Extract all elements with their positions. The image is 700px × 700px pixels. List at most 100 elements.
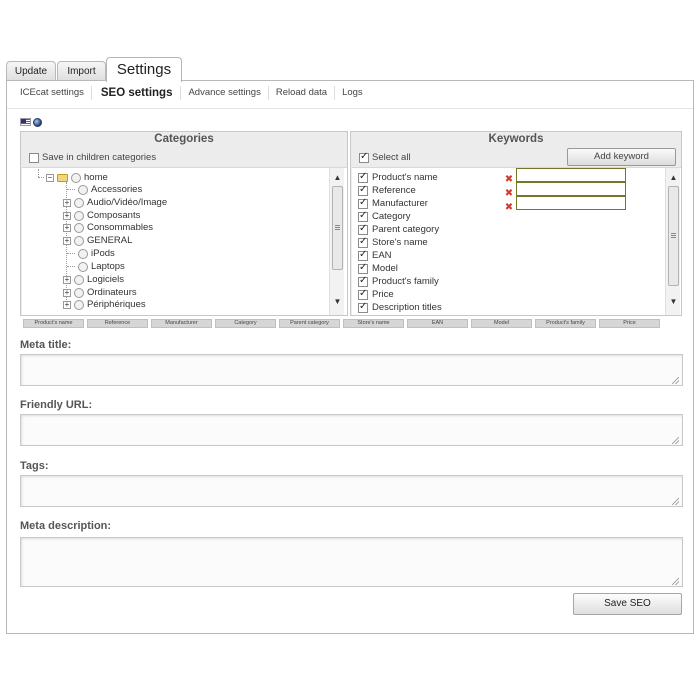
keyword-pill[interactable]: Category [215,319,276,328]
keyword-item: Parent category [358,223,439,236]
keyword-checkbox[interactable] [358,288,368,300]
category-radio[interactable] [74,210,84,221]
keyword-checkbox[interactable] [358,210,368,222]
keyword-label: Model [372,263,398,274]
category-radio[interactable] [74,222,84,233]
custom-keyword-input[interactable] [516,168,626,182]
expand-icon[interactable]: + [63,198,71,207]
scroll-thumb[interactable] [668,186,679,286]
keyword-pill[interactable]: Parent category [279,319,340,328]
keyword-pill[interactable]: Price [599,319,660,328]
keyword-label: Product's family [372,276,439,287]
keyword-scrollbar[interactable]: ▲ ▼ [665,168,680,315]
category-radio[interactable] [74,274,84,285]
tags-field[interactable] [20,475,683,507]
subtab-seo-settings[interactable]: SEO settings [92,86,182,100]
category-radio[interactable] [78,261,88,272]
tree-node-label: Logiciels [87,274,124,285]
category-radio[interactable] [74,299,84,310]
tree-node-label: Laptops [91,261,125,272]
expand-icon[interactable]: + [63,211,71,220]
category-tree: − home Accessories + Audio/Vidéo/Image +… [22,167,347,315]
friendly-url-field[interactable] [20,414,683,446]
keyword-item: Category [358,210,411,223]
resize-grip-icon[interactable] [672,437,679,444]
category-radio[interactable] [74,287,84,298]
expand-icon[interactable]: + [63,223,71,232]
tree-node-label: GENERAL [87,235,133,246]
tree-node: + Audio/Vidéo/Image [63,196,167,209]
keyword-pill[interactable]: Reference [87,319,148,328]
custom-keyword-input[interactable] [516,182,626,196]
keyword-label: Manufacturer [372,198,428,209]
tree-node-label: Consommables [87,222,153,233]
category-radio[interactable] [78,184,88,195]
save-in-children-checkbox[interactable] [29,152,39,163]
scroll-up-icon[interactable]: ▲ [330,172,345,184]
scroll-thumb[interactable] [332,186,343,270]
keyword-checkbox[interactable] [358,184,368,196]
keyword-checkbox[interactable] [358,301,368,313]
keyword-pill[interactable]: Manufacturer [151,319,212,328]
delete-x-icon[interactable]: ✖ [504,189,514,199]
keyword-pill[interactable]: Model [471,319,532,328]
meta-description-field[interactable] [20,537,683,587]
category-radio[interactable] [71,172,81,183]
scroll-down-icon[interactable]: ▼ [330,296,345,308]
keyword-checkbox[interactable] [358,249,368,261]
tree-node-label: Ordinateurs [87,287,137,298]
resize-grip-icon[interactable] [672,498,679,505]
delete-x-icon[interactable]: ✖ [504,203,514,213]
custom-keyword-input[interactable] [516,196,626,210]
subtab-reload-data[interactable]: Reload data [269,86,336,100]
tree-node: + Logiciels [63,273,124,286]
us-flag-icon[interactable] [20,118,31,126]
scroll-down-icon[interactable]: ▼ [666,296,681,308]
save-in-children-option: Save in children categories [29,152,156,163]
expand-icon[interactable]: + [63,300,71,309]
scroll-up-icon[interactable]: ▲ [666,172,681,184]
keyword-pill[interactable]: Product's family [535,319,596,328]
keyword-checkbox[interactable] [358,197,368,209]
subtab-advance-settings[interactable]: Advance settings [181,86,269,100]
folder-open-icon [57,173,68,182]
select-all-checkbox[interactable] [359,151,369,163]
save-seo-button[interactable]: Save SEO [573,593,682,615]
subtab-icecat-settings[interactable]: ICEcat settings [13,86,92,100]
tree-node: Laptops [67,260,125,273]
category-radio[interactable] [78,248,88,259]
tab-import[interactable]: Import [57,61,106,81]
category-scrollbar[interactable]: ▲ ▼ [329,168,344,315]
keyword-checkbox[interactable] [358,223,368,235]
subtab-logs[interactable]: Logs [335,86,370,100]
expand-icon[interactable]: + [63,275,71,284]
globe-icon[interactable] [33,118,42,127]
keyword-item: Product's name [358,171,438,184]
meta-title-field[interactable] [20,354,683,386]
keyword-checkbox[interactable] [358,262,368,274]
friendly-url-label: Friendly URL: [20,399,93,411]
keyword-pill[interactable]: Product's name [23,319,84,328]
keyword-checkbox[interactable] [358,275,368,287]
category-radio[interactable] [74,235,84,246]
resize-grip-icon[interactable] [672,578,679,585]
expand-icon[interactable]: + [63,288,71,297]
keyword-item: Product's family [358,275,439,288]
keyword-checkbox[interactable] [358,236,368,248]
tab-update[interactable]: Update [6,61,56,81]
resize-grip-icon[interactable] [672,377,679,384]
tree-node-label: iPods [91,248,115,259]
keyword-label: Parent category [372,224,440,235]
keyword-label: EAN [372,250,392,261]
meta-title-label: Meta title: [20,339,72,351]
expand-icon[interactable]: + [63,236,71,245]
keyword-pill[interactable]: EAN [407,319,468,328]
keyword-pill[interactable]: Store's name [343,319,404,328]
category-radio[interactable] [74,197,84,208]
add-keyword-button[interactable]: Add keyword [567,148,676,166]
tree-node: iPods [67,247,115,260]
keyword-checkbox[interactable] [358,171,368,183]
tab-settings[interactable]: Settings [106,57,182,82]
delete-x-icon[interactable]: ✖ [504,175,514,185]
collapse-icon[interactable]: − [46,173,54,182]
